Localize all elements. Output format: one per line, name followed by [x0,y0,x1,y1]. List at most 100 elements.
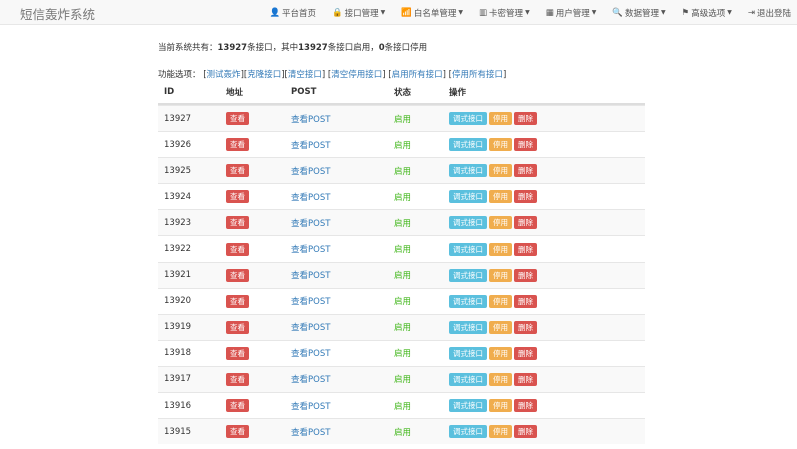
disable-button[interactable]: 停用 [489,164,512,178]
nav-item-3[interactable]: ▥ 卡密管理 ▼ [479,7,530,19]
view-post-link[interactable]: 查看POST [291,428,330,438]
function-options: 功能选项： [测试轰炸][克隆接口][清空接口] [清空停用接口] [启用所有接… [158,68,506,80]
view-post-link[interactable]: 查看POST [291,402,330,412]
view-post-link[interactable]: 查看POST [291,167,330,177]
debug-api-button[interactable]: 调式接口 [449,112,487,126]
view-address-button[interactable]: 查看 [226,346,249,360]
disable-button[interactable]: 停用 [489,399,512,413]
caret-down-icon: ▼ [458,9,464,16]
delete-button[interactable]: 删除 [514,372,537,386]
disable-button[interactable]: 停用 [489,320,512,334]
debug-api-button[interactable]: 调式接口 [449,268,487,282]
post-cell: 查看POST [291,321,394,333]
view-post-link[interactable]: 查看POST [291,115,330,125]
delete-button[interactable]: 删除 [514,242,537,256]
lock-icon: 🔒 [332,7,343,18]
debug-api-button[interactable]: 调式接口 [449,242,487,256]
row-id: 13920 [164,296,192,307]
disable-button[interactable]: 停用 [489,112,512,126]
nav-item-label: 数据管理 [624,8,659,19]
nav-item-7[interactable]: ⇥ 退出登陆 [748,7,791,19]
debug-api-button[interactable]: 调式接口 [449,216,487,230]
nav-item-2[interactable]: 📶 白名单管理 ▼ [401,7,463,19]
row-id: 13927 [164,113,192,124]
nav-item-6[interactable]: ⚑ 高级选项 ▼ [682,7,732,19]
disable-button[interactable]: 停用 [489,425,512,439]
debug-api-button[interactable]: 调式接口 [449,320,487,334]
delete-button[interactable]: 删除 [514,138,537,152]
view-address-button[interactable]: 查看 [226,216,249,230]
view-address-button[interactable]: 查看 [226,112,249,126]
delete-button[interactable]: 删除 [514,425,537,439]
post-cell: 查看POST [291,165,394,177]
nav-item-4[interactable]: ▦ 用户管理 ▼ [546,7,597,19]
table-row: 13921 查看 查看POST 启用 调式接口 停用 删除 [158,261,645,288]
view-address-button[interactable]: 查看 [226,268,249,282]
caret-down-icon: ▼ [660,9,666,16]
brand-title[interactable]: 短信轰炸系统 [20,4,95,23]
disable-button[interactable]: 停用 [489,138,512,152]
view-post-link[interactable]: 查看POST [291,193,330,203]
debug-api-button[interactable]: 调式接口 [449,425,487,439]
debug-api-button[interactable]: 调式接口 [449,346,487,360]
view-post-link[interactable]: 查看POST [291,245,330,255]
view-post-link[interactable]: 查看POST [291,219,330,229]
view-post-link[interactable]: 查看POST [291,323,330,333]
view-address-button[interactable]: 查看 [226,190,249,204]
nav-item-label: 用户管理 [555,8,590,19]
delete-button[interactable]: 删除 [514,399,537,413]
view-address-button[interactable]: 查看 [226,294,249,308]
table-row: 13919 查看 查看POST 启用 调式接口 停用 删除 [158,313,645,340]
view-post-link[interactable]: 查看POST [291,349,330,359]
bracket: ] [ [382,70,392,80]
disable-button[interactable]: 停用 [489,372,512,386]
debug-api-button[interactable]: 调式接口 [449,190,487,204]
caret-down-icon: ▼ [525,9,530,16]
function-link-0[interactable]: 测试轰炸 [207,70,241,80]
delete-button[interactable]: 删除 [514,190,537,204]
view-address-button[interactable]: 查看 [226,164,249,178]
row-id: 13919 [164,322,192,333]
debug-api-button[interactable]: 调式接口 [449,164,487,178]
nav-item-0[interactable]: 👤 平台首页 [269,7,316,19]
disable-button[interactable]: 停用 [489,242,512,256]
nav-item-5[interactable]: 🔍 数据管理 ▼ [612,7,665,19]
disable-button[interactable]: 停用 [489,268,512,282]
function-link-5[interactable]: 停用所有接口 [452,70,503,80]
delete-button[interactable]: 删除 [514,320,537,334]
view-post-link[interactable]: 查看POST [291,297,330,307]
view-address-button[interactable]: 查看 [226,372,249,386]
delete-button[interactable]: 删除 [514,346,537,360]
function-link-4[interactable]: 启用所有接口 [392,70,443,80]
function-link-2[interactable]: 清空接口 [288,70,322,80]
view-post-link[interactable]: 查看POST [291,375,330,385]
view-address-button[interactable]: 查看 [226,138,249,152]
view-post-link[interactable]: 查看POST [291,141,330,151]
delete-button[interactable]: 删除 [514,268,537,282]
delete-button[interactable]: 删除 [514,294,537,308]
post-cell: 查看POST [291,400,394,412]
row-id: 13916 [164,400,192,411]
delete-button[interactable]: 删除 [514,164,537,178]
view-address-button[interactable]: 查看 [226,242,249,256]
header-operations: 操作 [449,88,467,98]
debug-api-button[interactable]: 调式接口 [449,399,487,413]
status-text: 启用 [394,349,412,360]
debug-api-button[interactable]: 调式接口 [449,372,487,386]
view-post-link[interactable]: 查看POST [291,271,330,281]
disable-button[interactable]: 停用 [489,294,512,308]
view-address-button[interactable]: 查看 [226,320,249,334]
function-link-1[interactable]: 克隆接口 [247,70,281,80]
delete-button[interactable]: 删除 [514,112,537,126]
api-table: ID 地址 POST 状态 操作 13927 查看 查看POST 启用 调式接口 停用 删除… [158,81,645,445]
debug-api-button[interactable]: 调式接口 [449,294,487,308]
nav-item-1[interactable]: 🔒 接口管理 ▼ [332,7,385,19]
view-address-button[interactable]: 查看 [226,425,249,439]
disable-button[interactable]: 停用 [489,346,512,360]
view-address-button[interactable]: 查看 [226,399,249,413]
delete-button[interactable]: 删除 [514,216,537,230]
debug-api-button[interactable]: 调式接口 [449,138,487,152]
function-link-3[interactable]: 清空停用接口 [331,70,382,80]
disable-button[interactable]: 停用 [489,216,512,230]
disable-button[interactable]: 停用 [489,190,512,204]
